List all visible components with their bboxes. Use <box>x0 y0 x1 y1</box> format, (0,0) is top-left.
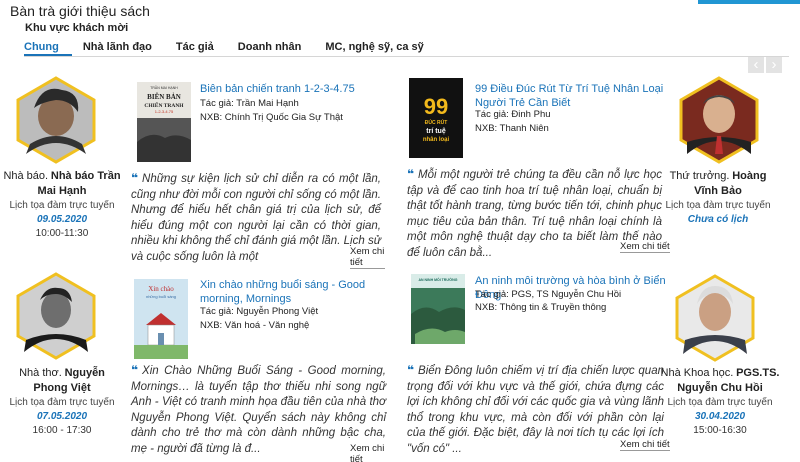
guest-role: Nhà thơ. <box>19 367 62 379</box>
guest-card: Nhà báo. Nhà báo Trần Mai Hạnh Lịch tọa … <box>0 74 385 269</box>
quote-icon: ❝ <box>131 363 139 377</box>
guest-info: Nhà thơ. Nguyễn Phong Việt Lịch tọa đàm … <box>2 366 122 438</box>
schedule-date: 09.05.2020 <box>36 214 88 225</box>
svg-text:Xin chào: Xin chào <box>148 285 174 293</box>
quote-icon: ❝ <box>131 171 139 185</box>
section-subtitle: Khu vực khách mời <box>25 22 129 34</box>
view-details-link[interactable]: Xem chi tiết <box>620 241 670 253</box>
guest-info: Thứ trưởng. Hoàng Vĩnh Bảo Lịch tọa đàm … <box>658 169 778 227</box>
schedule-label: Lịch tọa đàm trực tuyến <box>665 200 771 211</box>
book-title-link[interactable]: 99 Điều Đúc Rút Từ Trí Tuệ Nhân Loại Ngư… <box>475 82 675 110</box>
schedule-time: 16:00 - 17:30 <box>32 425 92 436</box>
guest-role: Nhà báo. <box>3 170 49 182</box>
guest-card: 99 ĐÚC RÚT trí tuệ nhân loại 99 Điều Đúc… <box>405 74 790 264</box>
schedule-label: Lịch tọa đàm trực tuyến <box>9 397 115 408</box>
guest-info: Nhà Khoa học. PGS.TS. Nguyễn Chu Hồi Lịc… <box>660 366 780 438</box>
svg-text:AN NINH MÔI TRƯỜNG: AN NINH MÔI TRƯỜNG <box>419 277 458 282</box>
book-cover[interactable]: AN NINH MÔI TRƯỜNG <box>411 274 465 356</box>
book-quote: ❝ Xin Chào Những Buổi Sáng - Good morning… <box>131 363 386 457</box>
carousel-nav: ‹ › <box>748 57 784 73</box>
schedule-label: Lịch tọa đàm trực tuyến <box>9 200 115 211</box>
book-publisher: NXB: Thông tin & Truyền thông <box>475 302 607 313</box>
guest-name: Nhà báo Trần Mai Hạnh <box>37 170 121 197</box>
svg-text:1-2-3-4.75: 1-2-3-4.75 <box>155 109 174 114</box>
svg-text:những buổi sáng: những buổi sáng <box>146 294 176 299</box>
view-details-link[interactable]: Xem chi tiết <box>620 439 670 451</box>
schedule-date: 07.05.2020 <box>36 411 88 422</box>
svg-text:nhân loại: nhân loại <box>423 137 450 143</box>
section-title: Bàn trà giới thiệu sách <box>10 3 150 19</box>
view-details-link[interactable]: Xem chi tiết <box>350 443 385 462</box>
svg-text:BIÊN BẢN: BIÊN BẢN <box>147 93 181 101</box>
svg-text:trí tuệ: trí tuệ <box>426 128 446 135</box>
guest-avatar <box>12 76 100 164</box>
book-publisher: NXB: Thanh Niên <box>475 123 549 134</box>
quote-text: Những sự kiện lịch sử chỉ diễn ra có một… <box>131 173 381 263</box>
book-title-link[interactable]: Biên bản chiến tranh 1-2-3-4.75 <box>200 82 380 96</box>
book-publisher: NXB: Văn hoá - Văn nghệ <box>200 320 310 331</box>
quote-icon: ❝ <box>407 167 415 181</box>
book-cover[interactable]: Xin chào những buổi sáng <box>134 279 188 363</box>
quote-icon: ❝ <box>407 363 415 377</box>
svg-text:TRẦN MAI HẠNH: TRẦN MAI HẠNH <box>150 86 178 90</box>
guest-avatar <box>12 272 100 360</box>
book-author: Tác giả: Trần Mai Hạnh <box>200 98 299 109</box>
guest-avatar <box>671 274 759 362</box>
guest-role: Nhà Khoa học. <box>660 367 734 379</box>
quote-text: Xin Chào Những Buổi Sáng - Good morning,… <box>131 365 386 455</box>
book-cover[interactable]: TRẦN MAI HẠNH BIÊN BẢN CHIẾN TRANH 1-2-3… <box>137 82 191 162</box>
schedule-time: 15:00-16:30 <box>693 425 747 436</box>
chevron-right-icon[interactable]: › <box>766 57 782 73</box>
svg-text:CHIẾN TRANH: CHIẾN TRANH <box>144 101 184 109</box>
tab-divider <box>24 56 789 57</box>
guest-info: Nhà báo. Nhà báo Trần Mai Hạnh Lịch tọa … <box>2 169 122 241</box>
guest-card: Nhà thơ. Nguyễn Phong Việt Lịch tọa đàm … <box>0 270 386 462</box>
book-author: Tác giả: Nguyễn Phong Việt <box>200 306 319 317</box>
svg-text:ĐÚC RÚT: ĐÚC RÚT <box>425 119 448 126</box>
schedule-label: Lịch tọa đàm trực tuyến <box>667 397 773 408</box>
view-details-link[interactable]: Xem chi tiết <box>350 246 385 269</box>
book-cover[interactable]: 99 ĐÚC RÚT trí tuệ nhân loại <box>409 78 463 160</box>
chevron-left-icon[interactable]: ‹ <box>748 57 764 73</box>
top-accent-bar <box>698 0 800 4</box>
schedule-date: 30.04.2020 <box>694 411 746 422</box>
book-author: Tác giả: Đinh Phu <box>475 109 551 120</box>
book-publisher: NXB: Chính Trị Quốc Gia Sự Thật <box>200 112 343 123</box>
book-author: Tác giả: PGS, TS Nguyễn Chu Hồi <box>475 289 622 300</box>
schedule-time: 10:00-11:30 <box>35 228 89 239</box>
book-title-link[interactable]: Xin chào những buổi sáng - Good morning,… <box>200 278 370 306</box>
guest-card: AN NINH MÔI TRƯỜNG An ninh môi trường và… <box>405 270 790 460</box>
svg-text:99: 99 <box>424 94 448 119</box>
schedule-date: Chưa có lịch <box>687 214 749 225</box>
book-quote: ❝ Những sự kiện lịch sử chỉ diễn ra có mộ… <box>131 171 381 265</box>
guest-avatar <box>675 76 763 164</box>
guest-role: Thứ trưởng. <box>669 170 730 182</box>
